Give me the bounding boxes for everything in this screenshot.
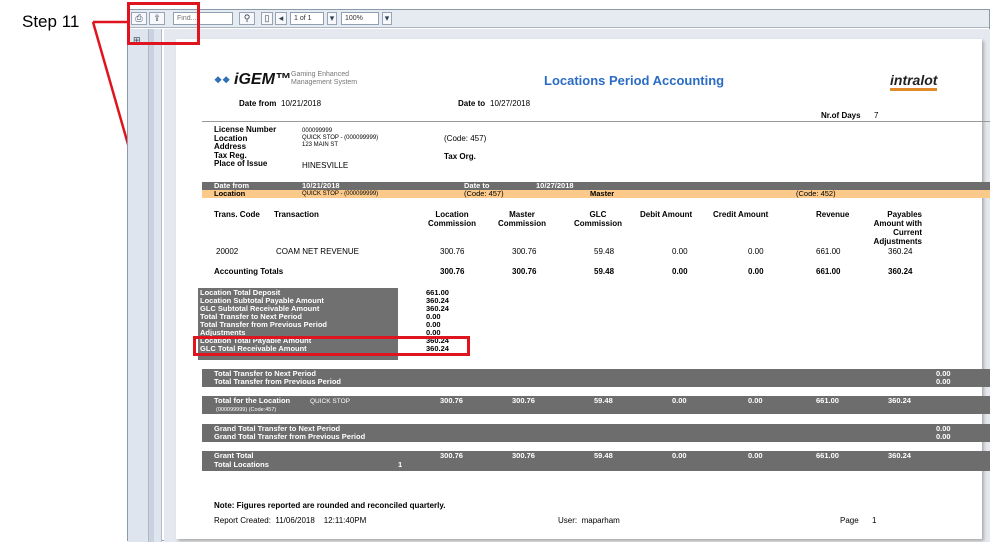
date-from-label: Date from	[239, 99, 277, 108]
totals-loc-comm: 300.76	[440, 267, 465, 276]
report-viewer: ⎙ ⇪ ⚲ ▯ ◂ 1 of 1 ▾ 100% ▾ ⊞ ❖❖ iGEM™ Gam…	[127, 9, 990, 542]
footer-note: Note: Figures reported are rounded and r…	[214, 501, 446, 510]
find-button[interactable]: ⚲	[239, 12, 255, 25]
page-prev-icon: ◂	[278, 13, 284, 23]
info-labels: License Number Location Address Tax Reg.…	[214, 125, 277, 168]
info-values: 000099999 QUICK STOP - (000099999) 123 M…	[302, 128, 379, 148]
report-page-area: ❖❖ iGEM™ Gaming Enhanced Management Syste…	[164, 29, 990, 542]
viewer-toolbar: ⎙ ⇪ ⚲ ▯ ◂ 1 of 1 ▾ 100% ▾	[128, 10, 989, 28]
col-debit: Debit Amount	[640, 210, 693, 219]
col-location-commission: Location Commission	[427, 210, 476, 228]
highlight-receivable-box	[193, 336, 470, 356]
location-band: Location QUICK STOP - (000099999) (Code:…	[202, 190, 990, 198]
report-created: Report Created: 11/06/2018 12:11:40PM	[214, 516, 367, 525]
page-dropdown[interactable]: ▾	[327, 12, 337, 25]
logo-mark-icon: ❖❖	[214, 75, 231, 85]
brand-logo: intralot	[890, 72, 938, 91]
row-debit: 0.00	[672, 247, 688, 256]
row-credit: 0.00	[748, 247, 764, 256]
page-indicator[interactable]: 1 of 1	[290, 12, 324, 25]
col-master-commission: Master Commission	[497, 210, 546, 228]
binoculars-icon: ⚲	[243, 13, 251, 23]
date-to-label: Date to	[458, 99, 486, 108]
totals-revenue: 661.00	[816, 267, 841, 276]
totals-glc-comm: 59.48	[594, 267, 615, 276]
row-loc-comm: 300.76	[440, 247, 465, 256]
nr-days-label: Nr.of Days	[821, 111, 861, 120]
side-panel: ⊞	[128, 29, 162, 542]
location-total-band: Total for the Location QUICK STOP (00009…	[202, 396, 990, 414]
col-credit: Credit Amount	[713, 210, 769, 219]
first-page-button[interactable]: ▯	[261, 12, 273, 25]
date-to-value: 10/27/2018	[490, 99, 531, 108]
col-trans-code: Trans. Code	[214, 210, 260, 219]
row-glc-comm: 59.48	[594, 247, 615, 256]
nr-days-value: 7	[874, 111, 879, 120]
col-payables: Payables Amount with Current Adjustments	[873, 210, 922, 246]
info-code: (Code: 457)	[444, 134, 487, 143]
accounting-totals-label: Accounting Totals	[214, 267, 284, 276]
highlight-toolbar-box	[127, 2, 200, 45]
report-page-number: Page 1	[840, 516, 877, 525]
totals-master-comm: 300.76	[512, 267, 537, 276]
date-from-value: 10/21/2018	[281, 99, 322, 108]
chevron-down-icon: ▾	[384, 13, 390, 23]
page-icon: ▯	[264, 13, 270, 23]
grant-total-band: Grant Total Total Locations 1 300.76 300…	[202, 451, 990, 471]
row-code: 20002	[216, 247, 239, 256]
tax-org-label: Tax Org.	[444, 152, 476, 161]
report-page: ❖❖ iGEM™ Gaming Enhanced Management Syste…	[176, 39, 990, 539]
col-revenue: Revenue	[816, 210, 850, 219]
report-title: Locations Period Accounting	[544, 73, 725, 88]
chevron-down-icon: ▾	[329, 13, 335, 23]
col-glc-commission: GLC Commission	[573, 210, 622, 228]
logo-text: iGEM™	[234, 71, 291, 88]
totals-debit: 0.00	[672, 267, 688, 276]
report-user: User: maparham	[558, 516, 620, 525]
zoom-select[interactable]: 100%	[341, 12, 379, 25]
place-value: HINESVILLE	[302, 161, 349, 170]
totals-payables: 360.24	[888, 267, 913, 276]
transfer-band: Total Transfer to Next Period Total Tran…	[202, 369, 990, 387]
row-transaction: COAM NET REVENUE	[276, 247, 359, 256]
row-payables: 360.24	[888, 247, 913, 256]
divider	[202, 121, 990, 122]
col-transaction: Transaction	[274, 210, 319, 219]
side-splitter[interactable]	[148, 29, 154, 542]
row-revenue: 661.00	[816, 247, 841, 256]
row-master-comm: 300.76	[512, 247, 537, 256]
prev-page-button[interactable]: ◂	[275, 12, 287, 25]
zoom-dropdown[interactable]: ▾	[382, 12, 392, 25]
logo-subtitle: Gaming Enhanced Management System	[291, 71, 358, 86]
totals-credit: 0.00	[748, 267, 764, 276]
grand-transfer-band: Grand Total Transfer to Next Period Gran…	[202, 424, 990, 442]
